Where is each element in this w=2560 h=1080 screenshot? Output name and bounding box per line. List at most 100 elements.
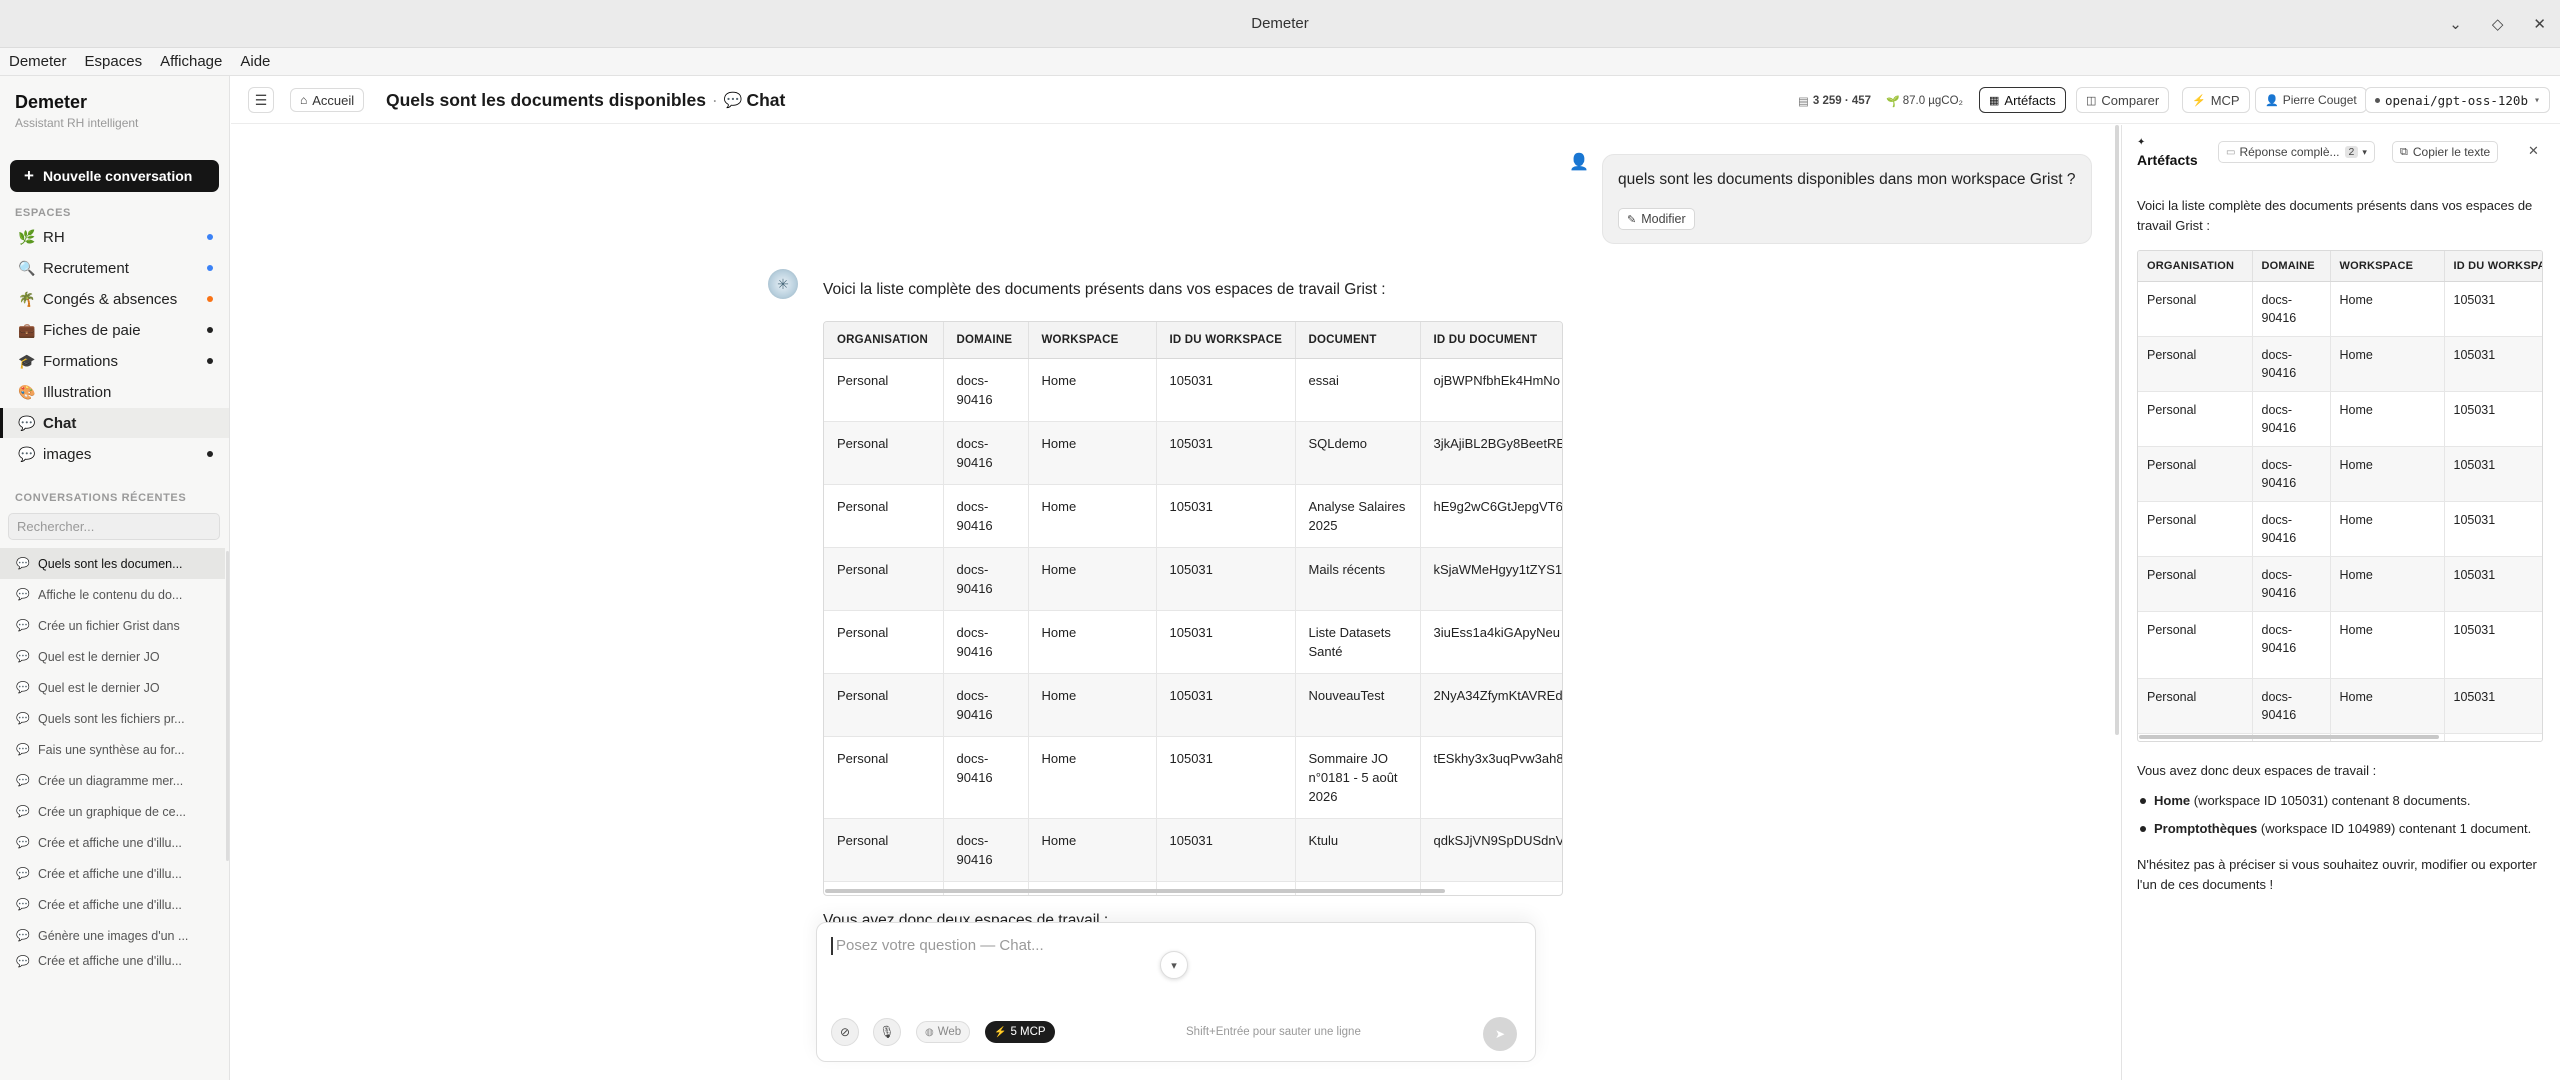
table-cell: 105031: [2444, 446, 2542, 502]
table-horizontal-scrollbar[interactable]: [825, 889, 1445, 893]
conversation-item[interactable]: 💬 Quels sont les fichiers pr...: [0, 703, 225, 734]
chat-icon: 💬: [16, 744, 30, 756]
space-dot: [207, 265, 213, 271]
conversation-title: Fais une synthèse au for...: [38, 742, 185, 757]
artifacts-panel-title: Artéfacts: [2137, 152, 2198, 168]
conversation-item[interactable]: 💬 Quel est le dernier JO: [0, 641, 225, 672]
artifact-table[interactable]: ORGANISATION DOMAINE WORKSPACE ID DU WOR…: [2137, 250, 2543, 742]
table-cell: Mails récents: [1295, 547, 1421, 611]
house-icon: ⌂: [300, 93, 308, 107]
table-row: Personal docs-90416 Home 105031 essai ojBWPNf…: [824, 358, 1562, 422]
chat-icon: 💬: [16, 651, 30, 663]
table-cell: SQLdemo: [1295, 421, 1421, 485]
web-search-toggle[interactable]: ◍ Web: [916, 1021, 971, 1043]
compare-button[interactable]: ◫ Comparer: [2076, 87, 2170, 113]
attach-button[interactable]: ⊘: [831, 1018, 859, 1046]
artifacts-panel: ✦ Artéfacts ▭ Réponse complè... 2 ▾ ⧉ Co…: [2121, 125, 2560, 1080]
menu-demeter[interactable]: Demeter: [9, 53, 67, 70]
conversation-item[interactable]: 💬 Crée un diagramme mer...: [0, 765, 225, 796]
table-cell: NouveauTest: [1295, 673, 1421, 737]
table-row: Personal docs-90416 Home 105031: [2138, 556, 2542, 612]
web-label: Web: [937, 1026, 962, 1038]
artifacts-toggle-button[interactable]: ▦ Artéfacts: [1979, 87, 2066, 113]
hamburger-menu-icon[interactable]: ☰: [248, 87, 274, 113]
copy-text-label: Copier le texte: [2412, 145, 2491, 159]
space-item-conges[interactable]: 🌴 Congés & absences: [0, 284, 229, 314]
space-dot: [207, 296, 213, 302]
column-header: ID DU WORKSPACE: [1156, 322, 1296, 359]
new-conversation-button[interactable]: + Nouvelle conversation: [10, 160, 219, 192]
space-item-rh[interactable]: 🌿 RH: [0, 222, 229, 252]
chat-icon: 💬: [16, 899, 30, 911]
conversation-item[interactable]: 💬 Crée et affiche une d'illu...: [0, 858, 225, 889]
copy-text-button[interactable]: ⧉ Copier le texte: [2392, 141, 2499, 163]
menu-espaces[interactable]: Espaces: [85, 53, 143, 70]
space-item-images[interactable]: 💬 images: [0, 439, 229, 469]
space-item-recrutement[interactable]: 🔍 Recrutement: [0, 253, 229, 283]
conversation-item[interactable]: 💬 Crée un fichier Grist dans: [0, 610, 225, 641]
send-button[interactable]: ➤: [1483, 1017, 1517, 1051]
table-cell: Home: [2330, 501, 2445, 557]
chat-scrollbar[interactable]: [2115, 125, 2119, 735]
sidebar-scrollbar[interactable]: [226, 551, 229, 861]
conversation-item[interactable]: 💬 Crée et affiche une d'illu...: [0, 827, 225, 858]
menu-affichage[interactable]: Affichage: [160, 53, 222, 70]
conversation-title: Crée et affiche une d'illu...: [38, 897, 182, 912]
space-item-illustration[interactable]: 🎨 Illustration: [0, 377, 229, 407]
column-header: ID DU DOCUMENT: [1420, 322, 1562, 359]
top-bar: ☰ ⌂ Accueil Quels sont les documents dis…: [231, 76, 2560, 124]
conversation-item[interactable]: 💬 Crée et affiche une d'illu...: [0, 889, 225, 920]
conversation-item[interactable]: 💬 Affiche le contenu du do...: [0, 579, 225, 610]
space-item-formations[interactable]: 🎓 Formations: [0, 346, 229, 376]
conversation-item[interactable]: 💬 Quels sont les documen...: [0, 548, 225, 579]
table-cell: Home: [1028, 673, 1157, 737]
speech-bubble-icon: 💬: [18, 445, 36, 462]
table-cell: Home: [1028, 610, 1157, 674]
microphone-button[interactable]: 🎙: [873, 1018, 901, 1046]
menu-bar: Demeter Espaces Affichage Aide: [0, 48, 2560, 76]
space-label: Recrutement: [43, 259, 129, 277]
conversation-item[interactable]: 💬 Crée un graphique de ce...: [0, 796, 225, 827]
user-profile-button[interactable]: 👤 Pierre Couget: [2255, 87, 2367, 113]
space-item-fiches-de-paie[interactable]: 💼 Fiches de paie: [0, 315, 229, 345]
mode-label: Chat: [746, 89, 786, 110]
mcp-toggle[interactable]: ⚡ 5 MCP: [985, 1021, 1055, 1043]
conversation-title: Crée et affiche une d'illu...: [38, 835, 182, 850]
edit-message-button[interactable]: ✎ Modifier: [1618, 208, 1695, 230]
table-cell: 104989: [2444, 733, 2542, 741]
table-cell: Home: [1028, 547, 1157, 611]
maximize-icon[interactable]: ◇: [2492, 15, 2504, 33]
table-cell: 105031: [2444, 391, 2542, 447]
model-selector[interactable]: openai/gpt-oss-120b ▾: [2365, 87, 2551, 113]
table-cell: 105031: [2444, 611, 2542, 679]
conversation-item[interactable]: 💬 Fais une synthèse au for...: [0, 734, 225, 765]
table-cell: Personal: [824, 610, 944, 674]
paperclip-icon: ⊘: [839, 1025, 851, 1039]
bullet-bold: Promptothèques: [2154, 821, 2258, 836]
magnifier-icon: 🔍: [18, 259, 36, 276]
mcp-button[interactable]: ⚡ MCP: [2182, 87, 2250, 113]
table-cell: 105031: [1156, 484, 1296, 548]
table-horizontal-scrollbar[interactable]: [2139, 735, 2439, 739]
conversation-item[interactable]: 💬 Génère une images d'un ...: [0, 920, 225, 951]
table-cell: Home: [2330, 336, 2445, 392]
menu-aide[interactable]: Aide: [240, 53, 270, 70]
home-button[interactable]: ⌂ Accueil: [290, 88, 365, 112]
table-cell: 105031: [2444, 281, 2542, 337]
scroll-down-button[interactable]: ▾: [1160, 951, 1188, 979]
minimize-icon[interactable]: ⌄: [2449, 15, 2462, 33]
artifact-selector[interactable]: ▭ Réponse complè... 2 ▾: [2218, 141, 2375, 163]
documents-table[interactable]: ORGANISATION DOMAINE WORKSPACE ID DU WOR…: [823, 321, 1563, 896]
close-window-icon[interactable]: ✕: [2533, 15, 2546, 33]
conversation-search-input[interactable]: Rechercher...: [8, 513, 220, 540]
table-cell: essai: [1295, 358, 1421, 422]
space-item-chat[interactable]: 💬 Chat: [0, 408, 229, 438]
user-avatar-icon: 👤: [1569, 154, 1589, 171]
panel-closing: N'hésitez pas à préciser si vous souhait…: [2137, 857, 2537, 892]
conversation-item[interactable]: 💬 Quel est le dernier JO: [0, 672, 225, 703]
input-hint: Shift+Entrée pour sauter une ligne: [1186, 1026, 1361, 1038]
conversation-title: Crée un diagramme mer...: [38, 773, 184, 788]
conversation-item[interactable]: 💬 Crée et affiche une d'illu...: [0, 951, 225, 971]
close-panel-icon[interactable]: ✕: [2528, 143, 2539, 159]
conversation-title: Crée et affiche une d'illu...: [38, 866, 182, 881]
